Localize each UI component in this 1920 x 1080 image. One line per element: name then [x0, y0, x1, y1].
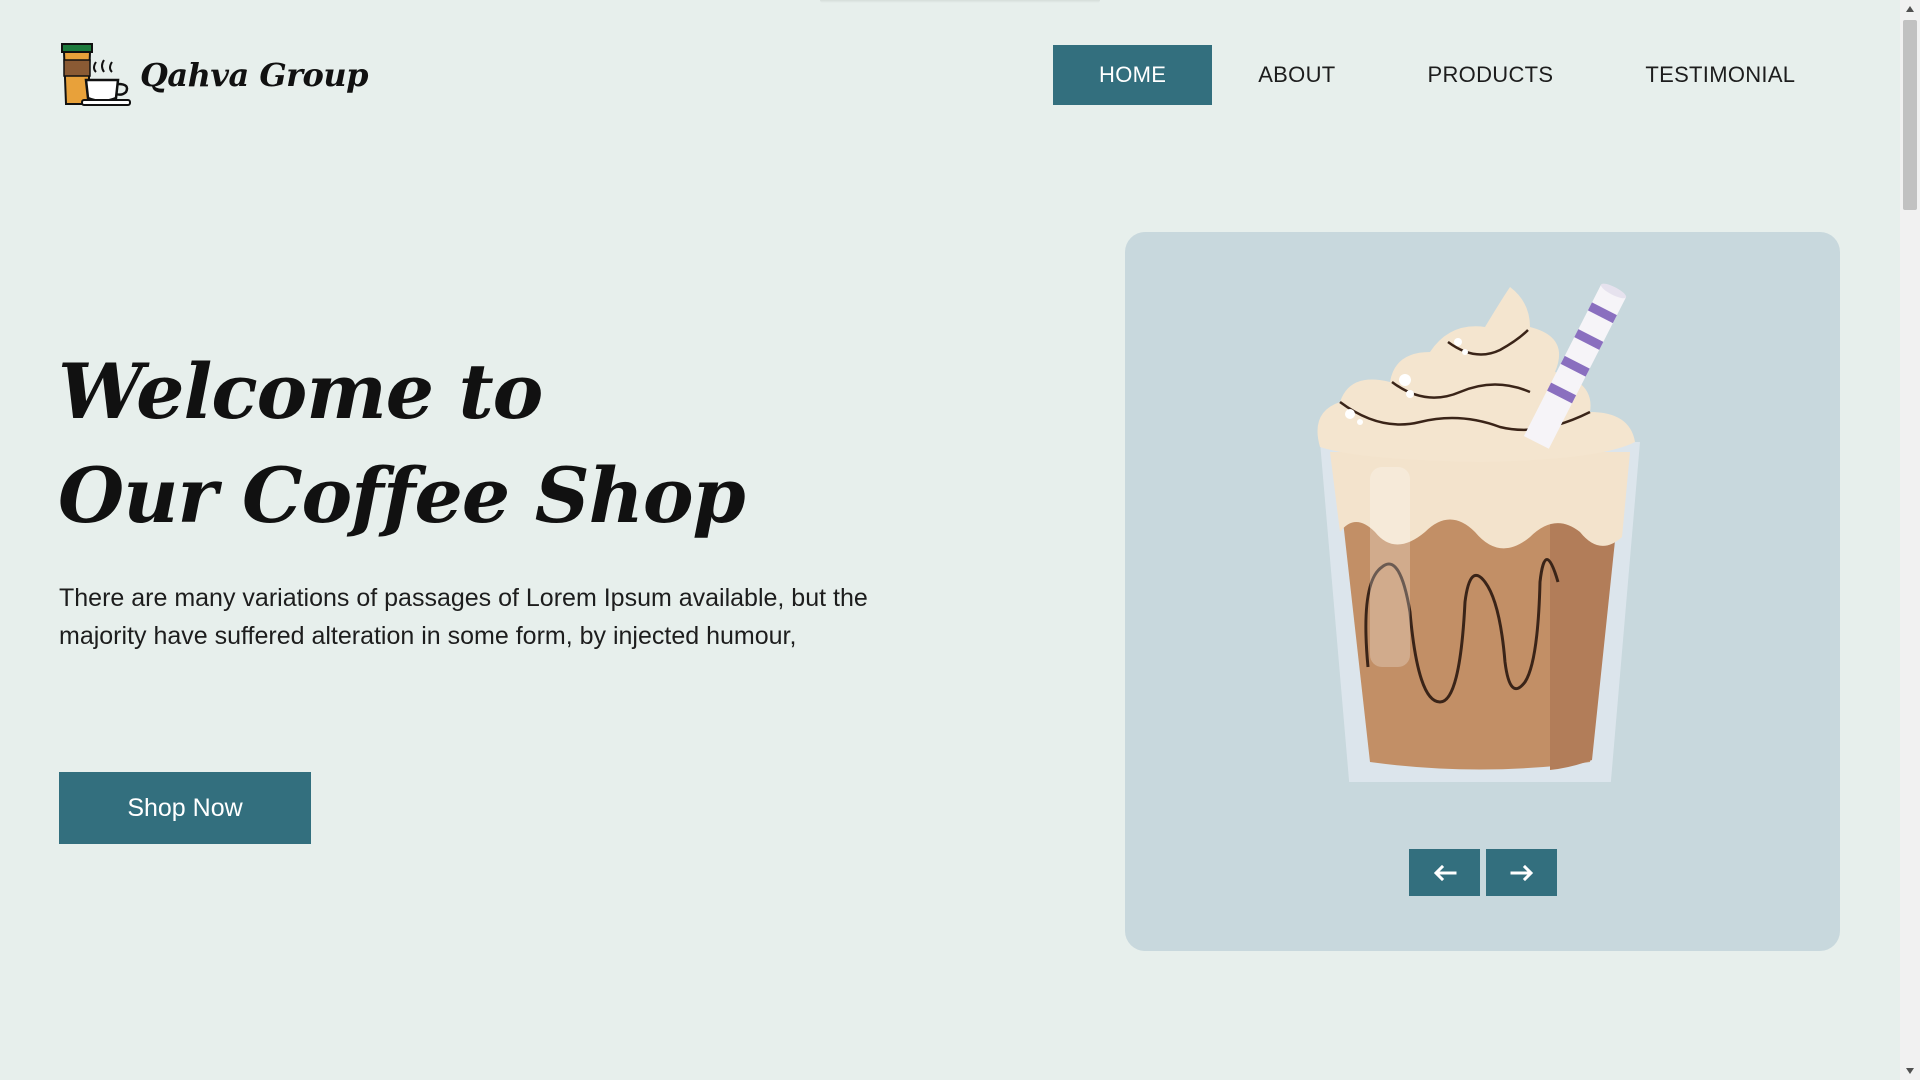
site-header: Qahva Group HOME ABOUT PRODUCTS TESTIMON…: [0, 0, 1900, 150]
nav-item-testimonial[interactable]: TESTIMONIAL: [1599, 45, 1841, 105]
coffee-cup-logo-icon: [61, 43, 131, 106]
nav-item-about[interactable]: ABOUT: [1212, 45, 1381, 105]
hero-description: There are many variations of passages of…: [59, 584, 868, 650]
arrow-right-icon: [1510, 864, 1533, 881]
prev-slide-button[interactable]: [1409, 849, 1480, 896]
page-scrollbar[interactable]: [1900, 0, 1920, 1080]
nav-item-home[interactable]: HOME: [1053, 45, 1213, 105]
scrollbar-thumb[interactable]: [1903, 20, 1917, 210]
hero-title-line-1: Welcome to: [58, 347, 543, 436]
main-nav: HOME ABOUT PRODUCTS TESTIMONIAL: [1053, 45, 1841, 105]
hero-title: Welcome to Our Coffee Shop: [58, 340, 858, 548]
brand-logo[interactable]: Qahva Group: [60, 42, 369, 108]
product-slider-card: [1125, 232, 1840, 951]
slider-controls: [1409, 849, 1557, 896]
next-slide-button[interactable]: [1486, 849, 1557, 896]
scroll-down-arrow-icon[interactable]: [1900, 1062, 1920, 1080]
arrow-left-icon: [1433, 864, 1456, 881]
iced-mocha-drink-image: [1317, 283, 1640, 782]
nav-item-products[interactable]: PRODUCTS: [1382, 45, 1600, 105]
shop-now-button[interactable]: Shop Now: [59, 772, 311, 844]
brand-name: Qahva Group: [140, 56, 369, 94]
scroll-up-arrow-icon[interactable]: [1900, 0, 1920, 18]
hero-title-line-2: Our Coffee Shop: [58, 451, 746, 540]
